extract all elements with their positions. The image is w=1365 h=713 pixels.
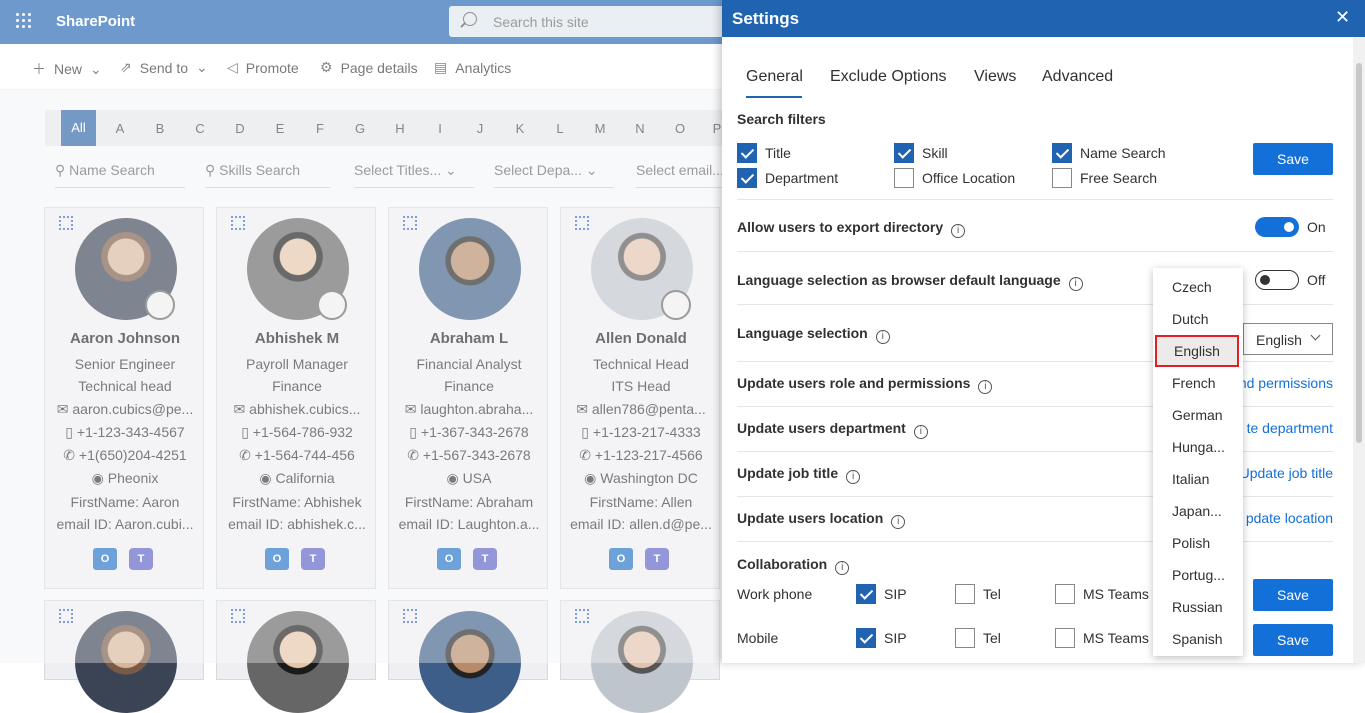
work-phone-tel-checkbox[interactable] xyxy=(955,584,975,604)
free-search-checkbox-label: Free Search xyxy=(1080,170,1158,186)
mobile-tel-label: Tel xyxy=(983,630,1001,646)
export-toggle-state: On xyxy=(1307,219,1326,235)
department-update-row: Update users department i xyxy=(737,420,928,439)
language-option-spanish[interactable]: Spanish xyxy=(1153,623,1243,655)
mobile-sip-checkbox[interactable] xyxy=(856,628,876,648)
office-location-checkbox-label: Office Location xyxy=(922,170,1016,186)
work-phone-sip-label: SIP xyxy=(884,586,907,602)
export-toggle[interactable] xyxy=(1255,217,1299,237)
work-phone-tel-label: Tel xyxy=(983,586,1001,602)
collaboration-heading: Collaboration xyxy=(737,556,828,572)
mobile-teams-checkbox[interactable] xyxy=(1055,628,1075,648)
chevron-down-icon xyxy=(1310,330,1321,341)
info-icon[interactable]: i xyxy=(891,515,906,529)
office-location-checkbox[interactable] xyxy=(894,168,914,188)
language-select-value: English xyxy=(1256,332,1302,348)
language-option-german[interactable]: German xyxy=(1153,399,1243,431)
language-option-czech[interactable]: Czech xyxy=(1153,271,1243,303)
language-option-russian[interactable]: Russian xyxy=(1153,591,1243,623)
update-job-title-link[interactable]: Update job title xyxy=(1232,465,1333,481)
language-option-portuguese[interactable]: Portug... xyxy=(1153,559,1243,591)
divider xyxy=(737,251,1333,252)
mobile-label: Mobile xyxy=(737,630,779,646)
tab-views[interactable]: Views xyxy=(974,68,1016,86)
update-department-link[interactable]: te department xyxy=(1232,420,1333,436)
divider xyxy=(737,496,1333,497)
work-phone-label: Work phone xyxy=(737,586,813,602)
divider xyxy=(737,406,1333,407)
save-work-phone-button[interactable]: Save xyxy=(1253,579,1333,611)
settings-title: Settings xyxy=(732,9,800,28)
language-option-japanese[interactable]: Japan... xyxy=(1153,495,1243,527)
job-title-update-row: Update job title i xyxy=(737,465,861,484)
department-checkbox-label: Department xyxy=(765,170,839,186)
mobile-sip-label: SIP xyxy=(884,630,907,646)
name-search-checkbox[interactable] xyxy=(1052,143,1072,163)
info-icon[interactable]: i xyxy=(835,561,850,575)
department-update-label: Update users department xyxy=(737,420,906,436)
save-search-filters-button[interactable]: Save xyxy=(1253,143,1333,175)
settings-panel: Settings ✕ General Exclude Options Views… xyxy=(722,0,1365,663)
language-selection-label: Language selection xyxy=(737,325,868,341)
language-selection-row: Language selection i xyxy=(737,325,890,344)
tab-exclude-options[interactable]: Exclude Options xyxy=(830,68,947,86)
scrollbar-thumb[interactable] xyxy=(1356,63,1362,443)
job-title-update-label: Update job title xyxy=(737,465,839,481)
location-update-row: Update users location i xyxy=(737,510,906,529)
collaboration-heading-row: Collaboration i xyxy=(737,556,850,575)
info-icon[interactable]: i xyxy=(875,330,890,344)
mobile-teams-label: MS Teams xyxy=(1083,630,1149,646)
divider xyxy=(737,361,1333,362)
name-search-checkbox-label: Name Search xyxy=(1080,145,1166,161)
tab-advanced[interactable]: Advanced xyxy=(1042,68,1113,86)
language-select[interactable]: English xyxy=(1243,323,1333,355)
divider xyxy=(737,451,1333,452)
save-mobile-button[interactable]: Save xyxy=(1253,624,1333,656)
language-option-hungarian[interactable]: Hunga... xyxy=(1153,431,1243,463)
work-phone-teams-checkbox[interactable] xyxy=(1055,584,1075,604)
divider xyxy=(737,304,1333,305)
title-checkbox-label: Title xyxy=(765,145,791,161)
export-setting-row: Allow users to export directory i xyxy=(737,219,966,238)
info-icon[interactable]: i xyxy=(913,425,928,439)
role-permissions-row: Update users role and permissions i xyxy=(737,375,993,394)
divider xyxy=(737,541,1333,542)
browser-language-label: Language selection as browser default la… xyxy=(737,272,1061,288)
skill-checkbox[interactable] xyxy=(894,143,914,163)
language-option-english[interactable]: English xyxy=(1155,335,1239,367)
language-dropdown: Czech Dutch English French German Hunga.… xyxy=(1153,268,1243,656)
department-checkbox[interactable] xyxy=(737,168,757,188)
browser-language-toggle[interactable] xyxy=(1255,270,1299,290)
info-icon[interactable]: i xyxy=(1068,277,1083,291)
language-option-polish[interactable]: Polish xyxy=(1153,527,1243,559)
tab-general[interactable]: General xyxy=(746,68,803,86)
free-search-checkbox[interactable] xyxy=(1052,168,1072,188)
language-option-italian[interactable]: Italian xyxy=(1153,463,1243,495)
skill-checkbox-label: Skill xyxy=(922,145,948,161)
close-icon[interactable]: ✕ xyxy=(1335,7,1350,28)
title-checkbox[interactable] xyxy=(737,143,757,163)
scrollbar[interactable] xyxy=(1353,37,1365,663)
language-option-dutch[interactable]: Dutch xyxy=(1153,303,1243,335)
info-icon[interactable]: i xyxy=(846,470,861,484)
info-icon[interactable]: i xyxy=(951,224,966,238)
info-icon[interactable]: i xyxy=(978,380,993,394)
browser-language-setting-row: Language selection as browser default la… xyxy=(737,272,1083,291)
browser-language-toggle-state: Off xyxy=(1307,272,1326,288)
settings-header: Settings ✕ xyxy=(722,0,1365,37)
divider xyxy=(737,199,1333,200)
mobile-tel-checkbox[interactable] xyxy=(955,628,975,648)
update-role-permissions-link[interactable]: nd permissions xyxy=(1232,375,1333,391)
search-filters-heading: Search filters xyxy=(737,111,826,127)
export-label: Allow users to export directory xyxy=(737,219,944,235)
active-tab-indicator xyxy=(746,96,802,98)
language-option-french[interactable]: French xyxy=(1153,367,1243,399)
update-location-link[interactable]: pdate location xyxy=(1232,510,1333,526)
work-phone-sip-checkbox[interactable] xyxy=(856,584,876,604)
location-update-label: Update users location xyxy=(737,510,884,526)
work-phone-teams-label: MS Teams xyxy=(1083,586,1149,602)
role-permissions-label: Update users role and permissions xyxy=(737,375,971,391)
modal-overlay xyxy=(0,0,722,663)
